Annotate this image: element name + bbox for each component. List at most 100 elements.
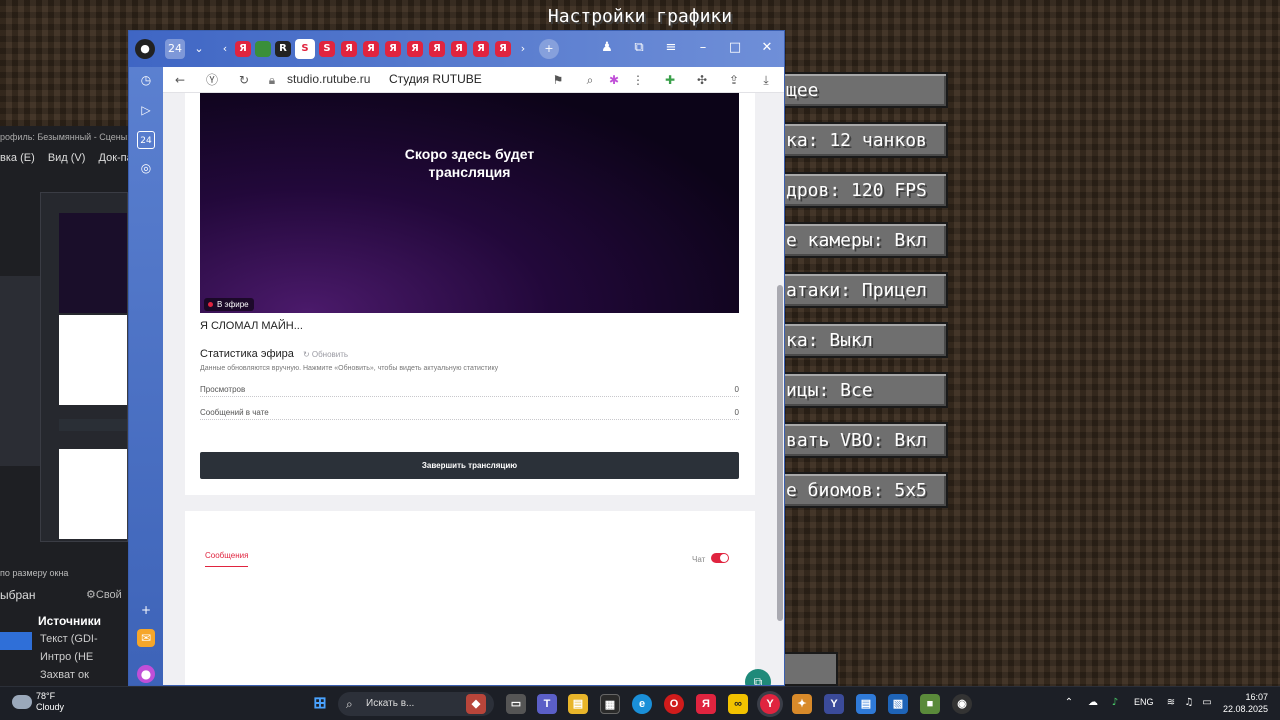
minimize-icon[interactable]: – xyxy=(691,37,715,59)
photos-icon[interactable]: ▧ xyxy=(888,694,908,714)
assistant-icon[interactable]: ✱ xyxy=(605,71,623,89)
scroll-thumb[interactable] xyxy=(777,285,783,621)
new-tab-plus-icon[interactable]: + xyxy=(539,39,559,59)
edge-icon[interactable]: e xyxy=(632,694,652,714)
video-player[interactable]: Скоро здесь будет трансляция В эфире xyxy=(200,93,739,313)
alice-assistant-icon[interactable]: ● xyxy=(137,665,155,683)
microphone-icon[interactable]: ♪ xyxy=(1108,696,1122,710)
profile-icon[interactable]: ♟ xyxy=(595,37,619,59)
obs-source-item[interactable]: Текст (GDI- xyxy=(40,633,98,645)
task-view-icon[interactable]: ▭ xyxy=(506,694,526,714)
tab-favicon[interactable]: Я xyxy=(341,41,357,57)
preview-stats xyxy=(59,315,127,405)
play-icon[interactable]: ▷ xyxy=(137,101,155,119)
close-icon[interactable]: ✕ xyxy=(755,37,779,59)
mc-setting-button[interactable]: вать VBO: Вкл xyxy=(770,422,948,458)
obs-properties-label: Свой xyxy=(95,589,122,601)
add-panel-plus-icon[interactable]: + xyxy=(137,601,155,619)
obs-source-item[interactable]: Захват ок xyxy=(40,669,89,681)
search-placeholder: Искать в... xyxy=(366,698,415,709)
mc-setting-button[interactable]: ицы: Все xyxy=(770,372,948,408)
tab-favicon-rutube[interactable]: R xyxy=(275,41,291,57)
yandex-app-icon[interactable]: Y xyxy=(824,694,844,714)
tabs-scroll-right-icon[interactable]: › xyxy=(513,39,533,59)
volume-icon[interactable]: ♫ xyxy=(1182,696,1196,710)
mc-setting-button[interactable]: ка: Выкл xyxy=(770,322,948,358)
start-windows-icon[interactable]: ⊞ xyxy=(310,694,330,714)
onedrive-icon[interactable]: ☁ xyxy=(1086,696,1100,710)
history-icon[interactable]: ◷ xyxy=(137,71,155,89)
chevron-down-icon[interactable]: ⌄ xyxy=(189,39,209,59)
obs-properties-button[interactable]: ⚙Свой xyxy=(86,588,122,601)
bookmark-icon[interactable]: ⚑ xyxy=(549,71,567,89)
obs-icon[interactable]: ◉ xyxy=(952,694,972,714)
clock[interactable]: 16:07 22.08.2025 xyxy=(1218,691,1268,715)
notes-icon[interactable]: ▤ xyxy=(856,694,876,714)
mc-setting-button[interactable]: е биомов: 5x5 xyxy=(770,472,948,508)
tab-group-icon[interactable]: 24 xyxy=(165,39,185,59)
news-24-icon[interactable]: 24 xyxy=(137,131,155,149)
obs-menu-item[interactable]: вка (E) xyxy=(0,152,35,164)
tab-favicon-minecraft[interactable] xyxy=(255,41,271,57)
mc-setting-button[interactable]: дров: 120 FPS xyxy=(770,172,948,208)
chat-fab-icon[interactable]: ⧉ xyxy=(745,669,771,685)
share-icon[interactable]: ⇪ xyxy=(725,71,743,89)
tab-favicon[interactable]: Я xyxy=(407,41,423,57)
tab-favicon[interactable]: Я xyxy=(451,41,467,57)
search-highlight-icon[interactable]: ◆ xyxy=(466,694,486,714)
reload-icon[interactable]: ↻ xyxy=(235,71,253,89)
screenshot-icon[interactable]: ◎ xyxy=(137,159,155,177)
mc-setting-button[interactable]: е камеры: Вкл xyxy=(770,222,948,258)
teams-icon[interactable]: T xyxy=(537,694,557,714)
refresh-button[interactable]: ↻ Обновить xyxy=(303,350,348,359)
extensions-puzzle-icon[interactable]: ✣ xyxy=(693,71,711,89)
game-icon[interactable]: ✦ xyxy=(792,694,812,714)
maximize-icon[interactable]: □ xyxy=(723,37,747,59)
obs-menu-item[interactable]: Вид (V) xyxy=(48,152,86,164)
mc-setting-button[interactable]: ка: 12 чанков xyxy=(770,122,948,158)
end-stream-button[interactable]: Завершить трансляцию xyxy=(200,452,739,479)
download-icon[interactable]: ⤓ xyxy=(757,71,775,89)
wifi-icon[interactable]: ≋ xyxy=(1164,696,1178,710)
chat-toggle[interactable] xyxy=(711,553,729,563)
browser-logo-icon[interactable]: ● xyxy=(135,39,155,59)
extension-color-icon[interactable]: ✚ xyxy=(661,71,679,89)
tab-favicon[interactable]: Я xyxy=(473,41,489,57)
tab-favicon[interactable]: Я xyxy=(495,41,511,57)
translate-icon[interactable]: ⌕ xyxy=(581,71,599,89)
tab-favicon[interactable]: Я xyxy=(363,41,379,57)
tab-messages[interactable]: Сообщения xyxy=(205,551,249,567)
tab-favicon[interactable]: Я xyxy=(235,41,251,57)
store-icon[interactable]: ▦ xyxy=(600,694,620,714)
clock-time: 16:07 xyxy=(1245,692,1268,702)
obs-menubar: вка (E) Вид (V) Док-па xyxy=(0,152,143,164)
browser-titlebar: ● 24 ⌄ ‹ Я R S S Я Я Я Я Я Я Я Я › + ♟ ⧉… xyxy=(129,31,784,67)
yandex-icon[interactable]: Ⓨ xyxy=(203,71,221,89)
app-icon[interactable]: ∞ xyxy=(728,694,748,714)
page-scrollbar[interactable] xyxy=(776,93,784,685)
opera-icon[interactable]: O xyxy=(664,694,684,714)
more-options-icon[interactable]: ⋮ xyxy=(629,71,647,89)
active-tab[interactable]: S xyxy=(295,39,315,59)
url-text[interactable]: studio.rutube.ru xyxy=(287,72,370,86)
tab-favicon[interactable]: Я xyxy=(385,41,401,57)
file-explorer-icon[interactable]: ▤ xyxy=(568,694,588,714)
yandex-active-icon[interactable]: Y xyxy=(760,694,780,714)
tray-expand-icon[interactable]: ⌃ xyxy=(1062,696,1076,710)
battery-icon[interactable]: ▭ xyxy=(1200,696,1214,710)
obs-source-item[interactable]: Интро (HE xyxy=(40,651,93,663)
collections-icon[interactable]: ⧉ xyxy=(627,37,651,59)
mc-setting-button[interactable]: атаки: Прицел xyxy=(770,272,948,308)
mc-setting-button[interactable]: щее xyxy=(770,72,948,108)
mail-icon[interactable]: ✉ xyxy=(137,629,155,647)
language-indicator[interactable]: ENG xyxy=(1134,697,1154,707)
yandex-browser-icon[interactable]: Я xyxy=(696,694,716,714)
tab-favicon[interactable]: Я xyxy=(429,41,445,57)
mc-done-button[interactable] xyxy=(780,652,838,686)
obs-selection-highlight xyxy=(0,632,32,650)
menu-icon[interactable]: ≡ xyxy=(659,37,683,59)
tabs-scroll-left-icon[interactable]: ‹ xyxy=(215,39,235,59)
minecraft-icon[interactable]: ■ xyxy=(920,694,940,714)
back-arrow-icon[interactable]: ← xyxy=(171,71,189,89)
tab-favicon[interactable]: S xyxy=(319,41,335,57)
